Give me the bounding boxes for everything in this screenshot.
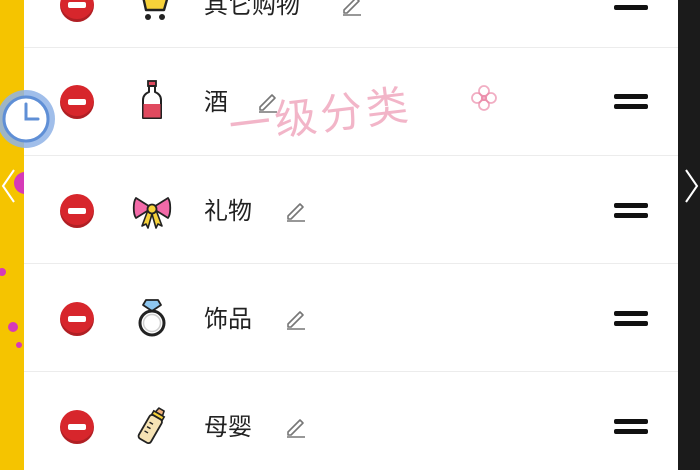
delete-button[interactable] [60,194,94,228]
category-label: 其它购物 [204,0,300,19]
background-left-edge [0,0,24,470]
edit-pencil-icon[interactable] [284,198,308,222]
wine-bottle-icon [142,80,162,119]
edit-pencil-icon[interactable] [340,0,364,16]
edit-pencil-icon[interactable] [284,306,308,330]
category-label: 母婴 [204,413,252,441]
category-list: 其它购物 酒 礼物 饰品 母婴 [24,0,678,470]
category-row: 酒 [24,48,678,156]
drag-handle[interactable] [614,414,648,438]
chevron-right-icon[interactable] [682,166,700,206]
delete-button[interactable] [60,0,94,22]
decorative-dot [8,322,18,332]
ring-icon [138,299,166,337]
drag-handle[interactable] [614,198,648,222]
baby-bottle-icon [137,407,166,445]
decorative-dot [0,268,6,276]
category-label: 礼物 [204,197,252,225]
delete-button[interactable] [60,302,94,336]
edit-pencil-icon[interactable] [284,414,308,438]
shopping-cart-icon [142,0,169,20]
delete-button[interactable] [60,85,94,119]
delete-button[interactable] [60,410,94,444]
drag-handle[interactable] [614,0,648,14]
drag-handle[interactable] [614,89,648,113]
background-right-edge [678,0,700,470]
chevron-left-icon[interactable] [0,166,18,206]
category-row: 母婴 [24,372,678,470]
edit-pencil-icon[interactable] [256,89,280,113]
category-row: 礼物 [24,156,678,264]
category-label: 酒 [204,88,228,116]
category-row: 其它购物 [24,0,678,48]
category-label: 饰品 [204,305,252,333]
bow-icon [132,197,172,229]
category-row: 饰品 [24,264,678,372]
decorative-dot [16,342,22,348]
floating-clock-icon[interactable] [0,88,62,150]
drag-handle[interactable] [614,306,648,330]
